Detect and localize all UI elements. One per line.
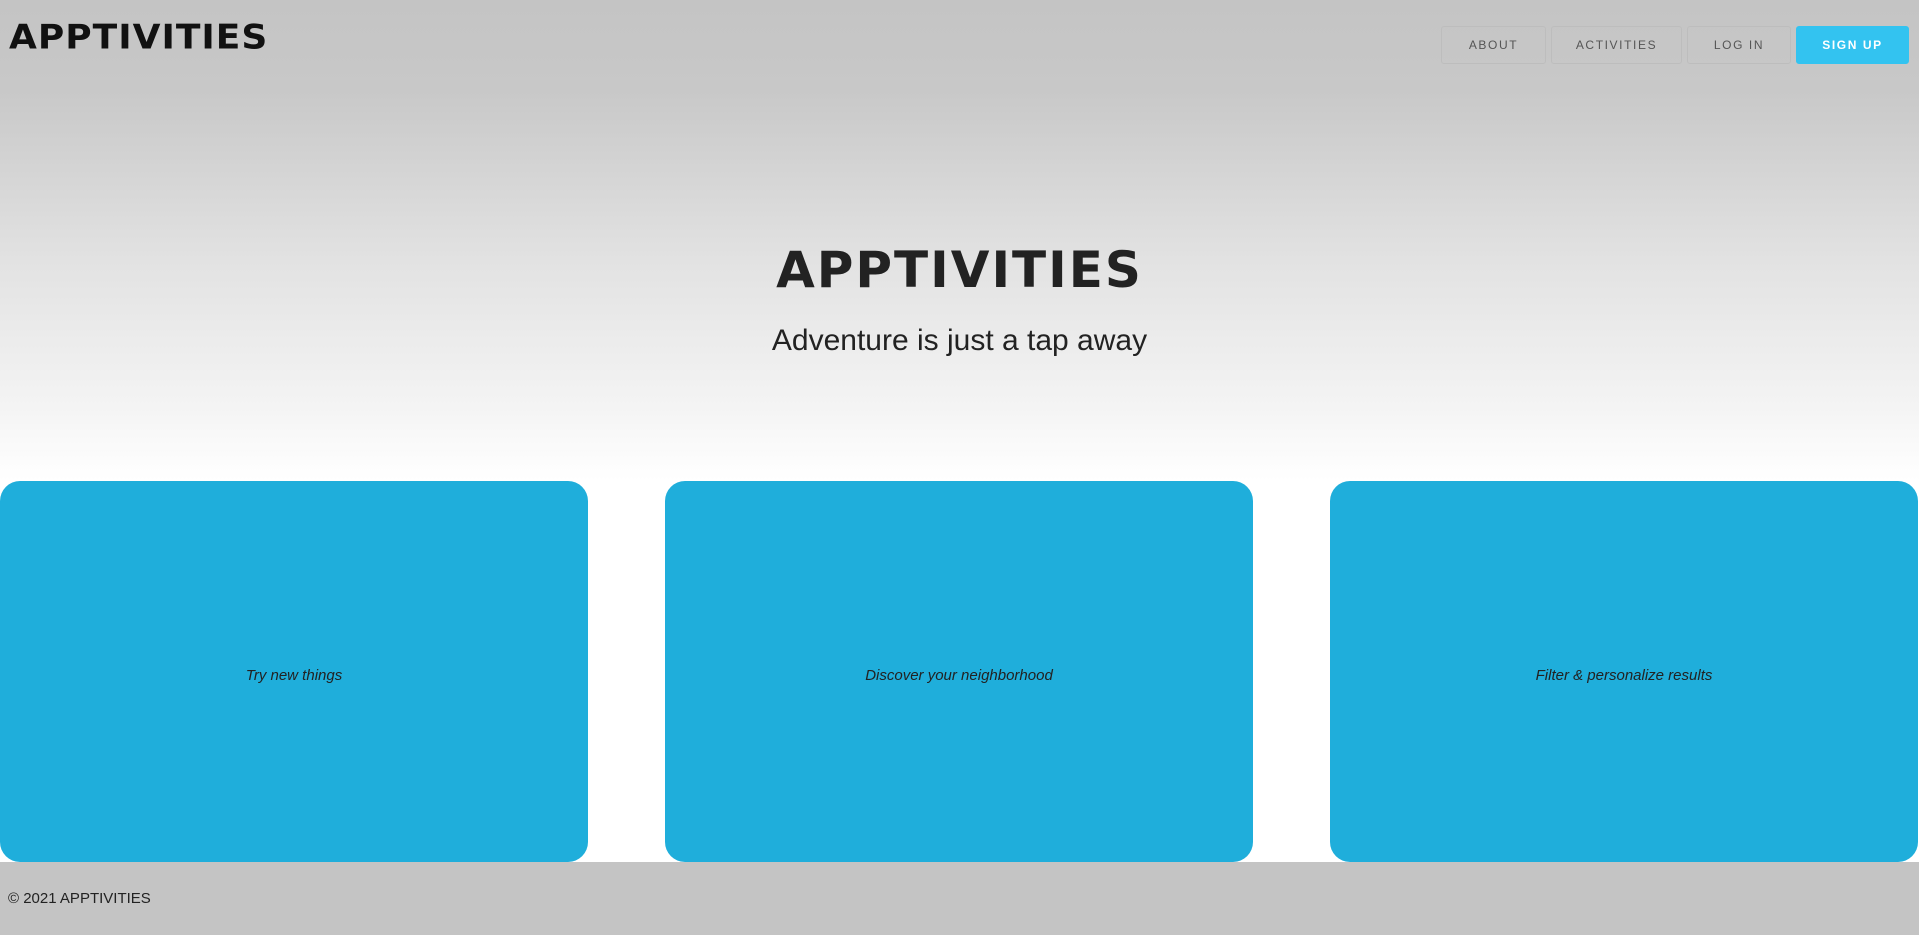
- brand-logo[interactable]: APPTIVITIES: [9, 17, 268, 59]
- nav-signup-button[interactable]: SIGN UP: [1796, 26, 1909, 64]
- footer-copyright: © 2021 APPTIVITIES: [8, 890, 151, 907]
- feature-card-discover-neighborhood: Discover your neighborhood: [665, 481, 1253, 862]
- feature-cards: Try new things Discover your neighborhoo…: [0, 481, 1919, 862]
- nav-activities-button[interactable]: ACTIVITIES: [1551, 26, 1682, 64]
- hero-subtitle: Adventure is just a tap away: [771, 324, 1148, 357]
- hero-title: APPTIVITIES: [776, 241, 1143, 299]
- feature-card-filter-personalize: Filter & personalize results: [1330, 481, 1918, 862]
- feature-card-label: Discover your neighborhood: [865, 667, 1053, 684]
- hero-section: APPTIVITIES ABOUT ACTIVITIES LOG IN SIGN…: [0, 0, 1919, 481]
- feature-card-try-new-things: Try new things: [0, 481, 588, 862]
- top-nav: ABOUT ACTIVITIES LOG IN SIGN UP: [1441, 26, 1909, 64]
- feature-card-label: Filter & personalize results: [1535, 667, 1713, 684]
- page-footer: © 2021 APPTIVITIES: [0, 862, 1919, 935]
- nav-login-button[interactable]: LOG IN: [1687, 26, 1791, 64]
- feature-card-label: Try new things: [245, 667, 343, 684]
- nav-about-button[interactable]: ABOUT: [1441, 26, 1546, 64]
